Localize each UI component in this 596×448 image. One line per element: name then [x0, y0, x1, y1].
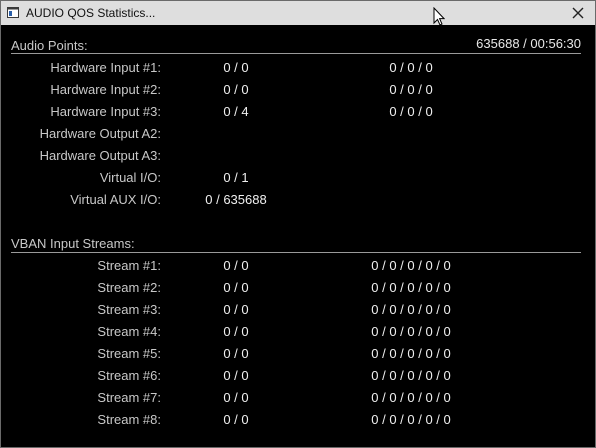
list-item: Stream #6: 0 / 0 0 / 0 / 0 / 0 / 0 [1, 368, 595, 386]
app-window-icon [7, 7, 19, 18]
row-value-primary: 0 / 0 [223, 82, 249, 97]
audio-points-heading: Audio Points: [11, 38, 88, 53]
row-label: Hardware Input #3: [50, 104, 161, 119]
list-item: Stream #7: 0 / 0 0 / 0 / 0 / 0 / 0 [1, 390, 595, 408]
list-item: Stream #8: 0 / 0 0 / 0 / 0 / 0 / 0 [1, 412, 595, 430]
list-item: Stream #5: 0 / 0 0 / 0 / 0 / 0 / 0 [1, 346, 595, 364]
row-value-secondary: 0 / 0 / 0 [389, 104, 433, 119]
row-label: Hardware Output A3: [39, 148, 161, 163]
row-label: Stream #3: [97, 302, 161, 317]
row-value-secondary: 0 / 0 / 0 / 0 / 0 [371, 324, 451, 339]
row-value-primary: 0 / 0 [223, 302, 249, 317]
list-item: Stream #4: 0 / 0 0 / 0 / 0 / 0 / 0 [1, 324, 595, 342]
window-title: AUDIO QOS Statistics... [26, 6, 156, 20]
mouse-pointer-icon [433, 6, 446, 26]
row-value-primary: 0 / 0 [223, 412, 249, 427]
list-item: Stream #3: 0 / 0 0 / 0 / 0 / 0 / 0 [1, 302, 595, 320]
row-value-secondary: 0 / 0 / 0 / 0 / 0 [371, 412, 451, 427]
row-label: Stream #8: [97, 412, 161, 427]
row-value-primary: 0 / 0 [223, 258, 249, 273]
row-label: Stream #5: [97, 346, 161, 361]
row-label: Stream #6: [97, 368, 161, 383]
vban-streams-divider [11, 252, 581, 253]
row-label: Stream #4: [97, 324, 161, 339]
row-value-primary: 0 / 0 [223, 390, 249, 405]
row-value-primary: 0 / 0 [223, 324, 249, 339]
row-value-secondary: 0 / 0 / 0 [389, 60, 433, 75]
row-value-secondary: 0 / 0 / 0 / 0 / 0 [371, 346, 451, 361]
list-item: Hardware Input #3: 0 / 4 0 / 0 / 0 [1, 104, 595, 122]
audio-points-divider [11, 53, 581, 54]
row-value-primary: 0 / 0 [223, 346, 249, 361]
row-value-primary: 0 / 4 [223, 104, 249, 119]
close-icon [572, 7, 584, 19]
row-label: Stream #2: [97, 280, 161, 295]
row-label: Virtual I/O: [99, 170, 161, 185]
row-label: Stream #1: [97, 258, 161, 273]
row-value-primary: 0 / 0 [223, 368, 249, 383]
list-item: Hardware Output A2: [1, 126, 595, 144]
list-item: Stream #1: 0 / 0 0 / 0 / 0 / 0 / 0 [1, 258, 595, 276]
row-label: Hardware Input #1: [50, 60, 161, 75]
row-label: Hardware Output A2: [39, 126, 161, 141]
row-value-secondary: 0 / 0 / 0 [389, 82, 433, 97]
row-value-secondary: 0 / 0 / 0 / 0 / 0 [371, 280, 451, 295]
vban-input-streams-heading: VBAN Input Streams: [11, 236, 135, 251]
row-value-secondary: 0 / 0 / 0 / 0 / 0 [371, 368, 451, 383]
row-value-secondary: 0 / 0 / 0 / 0 / 0 [371, 390, 451, 405]
row-value-primary: 0 / 635688 [205, 192, 267, 207]
row-label: Hardware Input #2: [50, 82, 161, 97]
list-item: Stream #2: 0 / 0 0 / 0 / 0 / 0 / 0 [1, 280, 595, 298]
row-value-secondary: 0 / 0 / 0 / 0 / 0 [371, 258, 451, 273]
sample-count-and-time: 635688 / 00:56:30 [476, 36, 581, 51]
row-label: Virtual AUX I/O: [70, 192, 161, 207]
row-value-primary: 0 / 0 [223, 280, 249, 295]
row-label: Stream #7: [97, 390, 161, 405]
list-item: Hardware Input #2: 0 / 0 0 / 0 / 0 [1, 82, 595, 100]
list-item: Hardware Input #1: 0 / 0 0 / 0 / 0 [1, 60, 595, 78]
list-item: Virtual AUX I/O: 0 / 635688 [1, 192, 595, 210]
row-value-primary: 0 / 1 [223, 170, 249, 185]
qos-statistics-window: AUDIO QOS Statistics... Audio Points: 63… [0, 0, 596, 448]
title-bar[interactable]: AUDIO QOS Statistics... [1, 1, 595, 26]
row-value-secondary: 0 / 0 / 0 / 0 / 0 [371, 302, 451, 317]
close-button[interactable] [561, 1, 595, 25]
row-value-primary: 0 / 0 [223, 60, 249, 75]
list-item: Virtual I/O: 0 / 1 [1, 170, 595, 188]
list-item: Hardware Output A3: [1, 148, 595, 166]
